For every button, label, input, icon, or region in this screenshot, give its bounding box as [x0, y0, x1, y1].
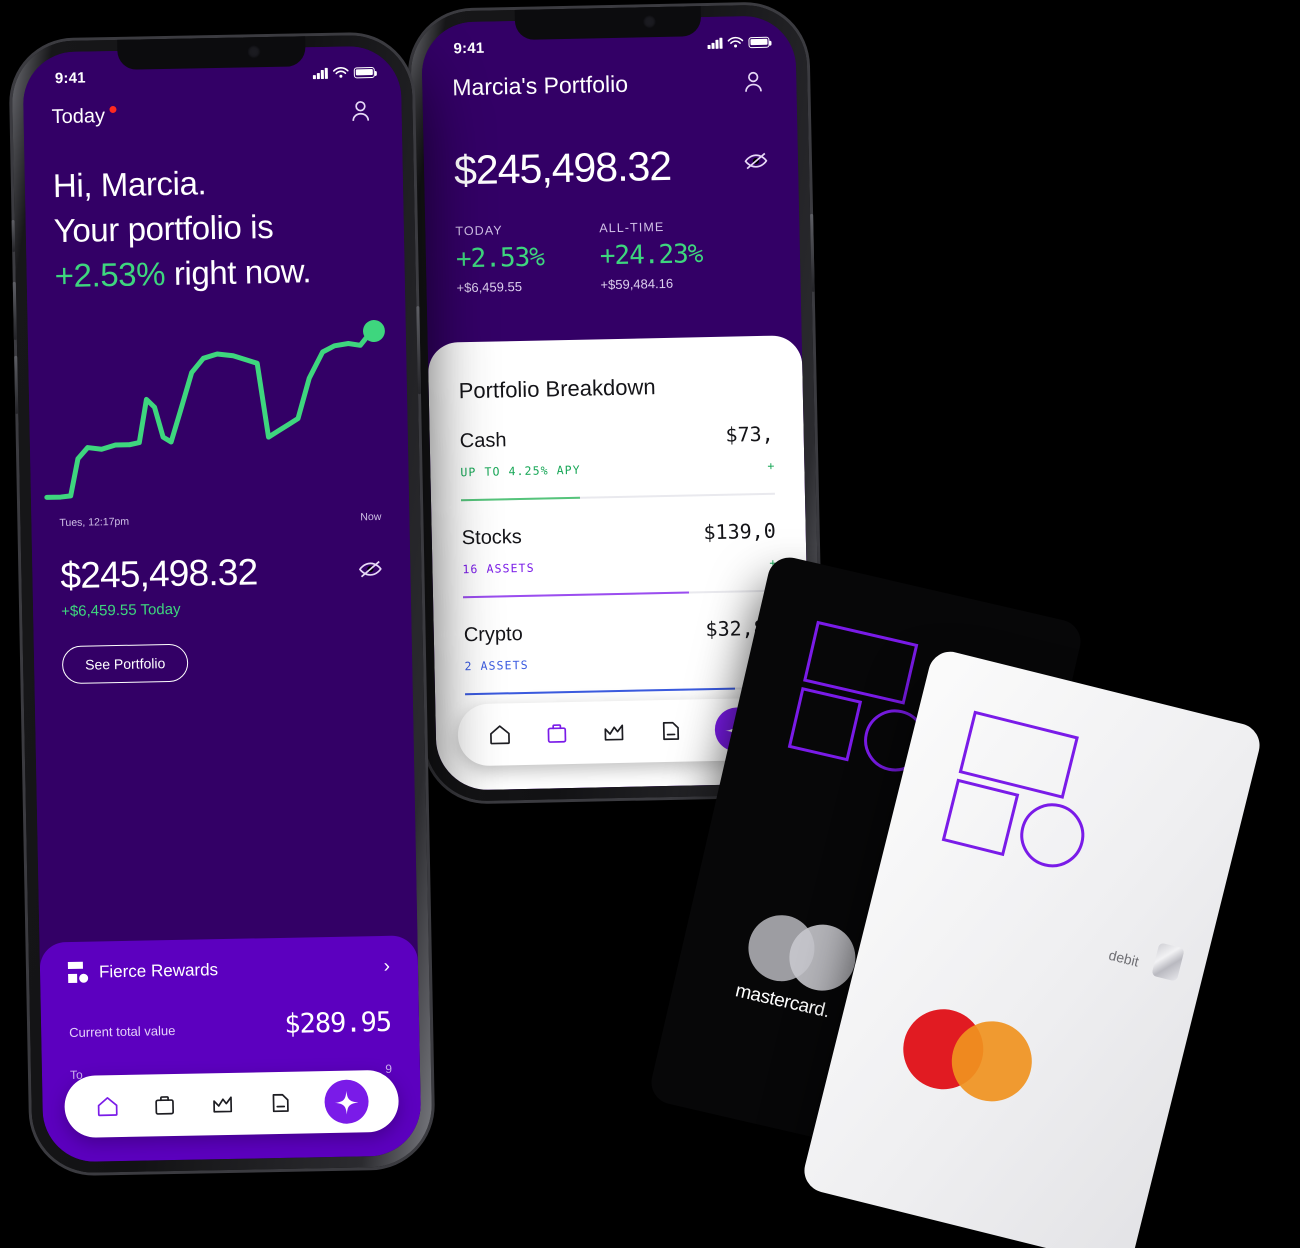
home-icon[interactable]	[94, 1093, 120, 1119]
asset-progress-bar	[465, 686, 780, 696]
today-label: Today	[51, 104, 106, 128]
stat-amount: +$59,484.16	[600, 275, 674, 293]
phone-notch	[117, 36, 306, 70]
silent-switch[interactable]	[11, 219, 16, 252]
rewards-current-value: $289.95	[283, 1006, 392, 1040]
greeting-headline: Hi, Marcia. Your portfolio is +2.53% rig…	[24, 123, 405, 299]
portfolio-change-percent: +2.53%	[54, 254, 166, 294]
status-time: 9:41	[453, 39, 485, 57]
person-icon[interactable]	[740, 68, 767, 95]
sparkline-series	[44, 330, 373, 500]
greeting-line-3-rest: right now.	[164, 251, 312, 292]
breakdown-row-crypto[interactable]: Crypto $32,84 2 ASSETS +3	[463, 592, 780, 696]
asset-tag: UP TO 4.25% APY	[460, 462, 581, 480]
fierce-logo-icon	[67, 961, 89, 984]
portfolio-balance-row: $245,498.32	[423, 94, 799, 195]
mastercard-logo-icon	[741, 908, 862, 998]
breakdown-row-cash[interactable]: Cash $73, UP TO 4.25% APY +	[459, 398, 775, 502]
stat-caption: ALL-TIME	[599, 219, 665, 236]
document-icon[interactable]	[267, 1090, 293, 1116]
front-camera-icon	[643, 15, 657, 29]
chart-icon[interactable]	[209, 1091, 235, 1117]
portfolio-balance: $245,498.32	[453, 142, 672, 194]
eye-off-icon[interactable]	[744, 151, 768, 171]
chart-start-label: Tues, 12:17pm	[59, 515, 130, 529]
chevron-right-icon[interactable]: ›	[383, 956, 390, 977]
person-icon[interactable]	[347, 98, 373, 124]
cellular-signal-icon	[312, 67, 328, 79]
stat-amount: +$6,459.55	[456, 278, 523, 296]
sparkline-svg	[44, 319, 385, 500]
stat-percent: +2.53%	[455, 242, 545, 275]
chart-end-label: Now	[360, 510, 382, 523]
composition-stage: 9:41 Marcia's Portfolio $245,498.32 TODA…	[0, 0, 1300, 1248]
stat-today: TODAY +2.53% +$6,459.55	[455, 222, 544, 295]
asset-value: $139,0	[703, 518, 776, 545]
fierce-logo-icon	[936, 710, 1125, 900]
rewards-current-label: Current total value	[69, 1022, 176, 1041]
power-button[interactable]	[810, 213, 815, 292]
battery-icon	[748, 36, 770, 48]
briefcase-icon[interactable]	[544, 720, 571, 747]
sparkle-icon	[334, 1090, 359, 1115]
greeting-line-3: +2.53% right now.	[54, 248, 377, 299]
phone-home: 9:41 Today Hi, Marcia. Your portfolio is…	[11, 34, 433, 1174]
balance-change: +$6,459.55 Today	[60, 600, 181, 620]
asset-name: Cash	[459, 429, 507, 453]
greeting-line-2: Your portfolio is	[53, 207, 274, 250]
document-icon[interactable]	[657, 718, 684, 745]
asset-change: +	[767, 458, 775, 473]
asset-tag: 2 ASSETS	[464, 657, 529, 674]
phone-notch	[514, 6, 702, 41]
greeting-line-1: Hi, Marcia.	[52, 164, 207, 205]
briefcase-icon[interactable]	[152, 1092, 178, 1118]
status-time: 9:41	[54, 69, 86, 87]
tab-bar-home	[64, 1069, 400, 1139]
phone-home-screen: 9:41 Today Hi, Marcia. Your portfolio is…	[22, 45, 422, 1163]
stat-percent: +24.23%	[599, 239, 703, 272]
cellular-signal-icon	[707, 37, 723, 49]
eye-off-icon[interactable]	[358, 559, 382, 579]
asset-name: Stocks	[461, 526, 523, 550]
asset-value: $73,	[725, 421, 774, 447]
wifi-icon	[332, 67, 349, 78]
mastercard-logo-icon	[894, 1000, 1041, 1110]
balance-amount: $245,498.32	[60, 550, 258, 596]
notification-dot-icon	[109, 105, 117, 113]
home-icon[interactable]	[487, 721, 514, 748]
today-tab[interactable]: Today	[51, 104, 117, 128]
stat-caption: TODAY	[455, 223, 503, 239]
asset-tag: 16 ASSETS	[462, 560, 535, 577]
add-button[interactable]	[324, 1079, 370, 1125]
front-camera-icon	[247, 45, 261, 59]
stat-all-time: ALL-TIME +24.23% +$59,484.16	[599, 219, 703, 292]
asset-name: Crypto	[463, 623, 523, 647]
see-portfolio-button[interactable]: See Portfolio	[61, 643, 189, 684]
chart-icon[interactable]	[601, 719, 628, 746]
portfolio-sparkline-chart	[27, 306, 409, 513]
breakdown-row-stocks[interactable]: Stocks $139,0 16 ASSETS +	[461, 495, 777, 599]
wifi-icon	[727, 36, 744, 48]
battery-icon	[353, 66, 375, 78]
emv-chip-icon	[1151, 942, 1185, 982]
rewards-total-value: 9	[385, 1061, 393, 1076]
portfolio-stats: TODAY +2.53% +$6,459.55 ALL-TIME +24.23%…	[425, 187, 801, 296]
page-title: Marcia's Portfolio	[452, 70, 629, 101]
fierce-rewards-title: Fierce Rewards	[98, 959, 219, 981]
balance-block: $245,498.32 +$6,459.55 Today	[32, 522, 412, 620]
debit-label: debit	[1107, 946, 1141, 970]
